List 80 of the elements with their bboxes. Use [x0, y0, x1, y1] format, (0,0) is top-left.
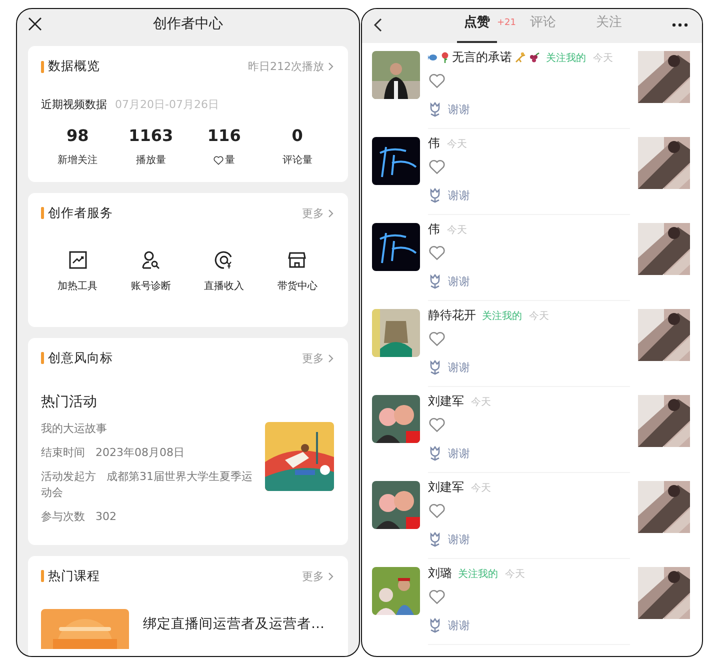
chevron-right-icon — [328, 62, 334, 71]
store-icon — [287, 250, 308, 270]
section-title: 创作者服务 — [48, 204, 113, 222]
like-icon[interactable] — [428, 72, 446, 90]
thanks-button[interactable]: 谢谢 — [428, 102, 470, 117]
heart-icon — [213, 154, 224, 166]
thanks-button[interactable]: 谢谢 — [428, 618, 470, 633]
stat-value: 98 — [65, 126, 90, 145]
user-name[interactable]: 静待花开 — [428, 307, 476, 324]
user-name[interactable]: 刘建军 — [428, 393, 464, 410]
like-icon[interactable] — [428, 416, 446, 434]
user-name[interactable]: 无言的承诺 — [452, 49, 512, 66]
follow-tag: 关注我的 — [546, 50, 586, 64]
like-icon[interactable] — [428, 330, 446, 348]
timestamp: 今天 — [447, 224, 467, 236]
user-search-icon — [140, 250, 161, 270]
thanks-button[interactable]: 谢谢 — [428, 446, 470, 461]
stat-value: 1163 — [128, 126, 174, 145]
stat-label: 量 — [225, 154, 236, 167]
tulip-icon — [428, 102, 442, 117]
activity-detail: 活动发起方 成都第31届世界大学生夏季运动会 — [41, 468, 254, 500]
back-icon[interactable] — [373, 18, 382, 32]
tulip-icon — [428, 274, 442, 289]
acrobat-icon — [515, 52, 526, 63]
like-count: +21 — [497, 17, 516, 30]
tulip-icon — [428, 446, 442, 461]
section-title: 创意风向标 — [48, 350, 113, 366]
rose-icon — [441, 52, 449, 63]
section-title: 热门课程 — [48, 568, 100, 584]
tulip-icon — [428, 360, 442, 375]
user-name[interactable]: 伟 — [428, 221, 440, 238]
grapes-icon — [529, 52, 540, 63]
stat-label: 新增关注 — [58, 154, 98, 167]
date-range: 07月20日-07月26日 — [115, 97, 219, 112]
user-name[interactable]: 刘璐 — [428, 565, 452, 582]
service-label[interactable]: 带货中心 — [277, 278, 318, 292]
activity-name: 我的大运故事 — [41, 420, 108, 436]
follow-tag: 关注我的 — [482, 308, 522, 322]
timestamp: 今天 — [505, 568, 525, 580]
service-label[interactable]: 账号诊断 — [130, 278, 171, 292]
chart-icon — [68, 250, 88, 270]
section-title: 数据概览 — [48, 58, 100, 75]
stat-value: 0 — [290, 126, 304, 145]
thanks-button[interactable]: 谢谢 — [428, 274, 470, 289]
user-name[interactable]: 伟 — [428, 135, 440, 152]
tulip-icon — [428, 188, 442, 203]
stat-value: 116 — [206, 126, 242, 145]
activity-title: 热门活动 — [41, 392, 98, 410]
user-name[interactable]: 刘建军 — [428, 479, 464, 496]
course-title[interactable]: 绑定直播间运营者及运营者… — [143, 608, 324, 648]
like-icon[interactable] — [428, 244, 446, 262]
service-label[interactable]: 直播收入 — [204, 278, 244, 292]
like-icon[interactable] — [428, 588, 446, 606]
like-icon[interactable] — [428, 158, 446, 176]
chevron-right-icon — [328, 208, 334, 218]
timestamp: 今天 — [529, 310, 549, 322]
thanks-button[interactable]: 谢谢 — [428, 188, 470, 203]
thanks-button[interactable]: 谢谢 — [428, 532, 470, 547]
timestamp: 今天 — [447, 138, 467, 150]
subheading: 近期视频数据 — [41, 97, 107, 112]
like-icon[interactable] — [428, 502, 446, 520]
tulip-icon — [428, 618, 442, 633]
income-icon — [214, 250, 234, 270]
service-label[interactable]: 加热工具 — [58, 278, 98, 292]
activity-detail: 参与次数 302 — [41, 508, 118, 524]
chevron-right-icon — [328, 572, 334, 580]
follow-tag: 关注我的 — [458, 566, 498, 580]
activity-detail: 结束时间 2023年08月08日 — [41, 444, 186, 460]
stat-label: 播放量 — [136, 154, 166, 167]
timestamp: 今天 — [471, 396, 491, 408]
page-title: 创作者中心 — [153, 15, 223, 33]
stat-label: 评论量 — [282, 154, 312, 167]
close-icon[interactable] — [28, 17, 42, 31]
timestamp: 今天 — [471, 482, 491, 494]
thanks-button[interactable]: 谢谢 — [428, 360, 470, 375]
more-icon[interactable] — [672, 23, 688, 27]
tulip-icon — [428, 532, 442, 547]
fish-icon — [428, 53, 438, 62]
chevron-right-icon — [328, 354, 334, 362]
timestamp: 今天 — [593, 52, 613, 64]
